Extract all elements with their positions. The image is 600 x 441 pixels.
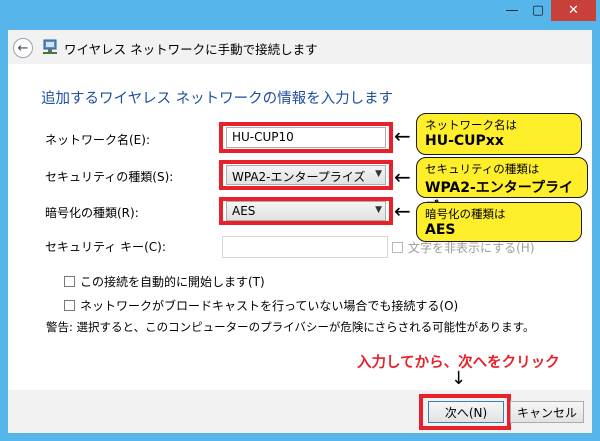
encryption-type-callout: 暗号化の種類は AES (416, 202, 582, 242)
chevron-down-icon: ▼ (375, 205, 382, 215)
minimize-button[interactable]: — (499, 0, 525, 21)
auto-connect-checkbox[interactable]: この接続を自動的に開始します(T) (64, 273, 265, 290)
left-arrow-icon: ← (394, 124, 411, 148)
dialog-header: ← ワイヤレス ネットワークに手動で接続します (8, 30, 592, 64)
down-arrow-icon: ↓ (451, 368, 467, 389)
instruction-heading: 追加するワイヤレス ネットワークの情報を入力します (41, 91, 394, 107)
callout-text: 暗号化の種類は (425, 207, 506, 221)
chevron-down-icon: ▼ (375, 169, 382, 179)
back-button[interactable]: ← (13, 38, 33, 58)
connect-hidden-label: ネットワークがブロードキャストを行っていない場合でも接続する(O) (80, 299, 459, 313)
encryption-type-value: AES (232, 204, 256, 218)
privacy-warning: 警告: 選択すると、このコンピューターのプライバシーが危険にさらされる可能性があ… (46, 320, 535, 334)
maximize-button[interactable]: ▢ (525, 0, 551, 21)
encryption-type-select[interactable]: AES ▼ (226, 201, 386, 221)
cancel-button[interactable]: キャンセル (510, 401, 584, 423)
callout-text: セキュリティの種類は (425, 162, 540, 176)
dialog-content: ← ワイヤレス ネットワークに手動で接続します 追加するワイヤレス ネットワーク… (8, 30, 592, 433)
security-type-value: WPA2-エンタープライズ (232, 170, 366, 184)
security-type-select[interactable]: WPA2-エンタープライズ ▼ (226, 165, 386, 185)
checkbox-box (64, 300, 75, 311)
window-title: ワイヤレス ネットワークに手動で接続します (64, 42, 318, 57)
dialog-window: — ▢ ✕ ← ワイヤレス ネットワークに手動で接続します 追加するワイヤレス … (0, 0, 600, 441)
security-key-label: セキュリティ キー(C): (45, 240, 166, 254)
network-name-callout: ネットワーク名は HU-CUPxx (416, 113, 582, 155)
connect-hidden-checkbox[interactable]: ネットワークがブロードキャストを行っていない場合でも接続する(O) (64, 297, 458, 314)
dialog-footer: 次へ(N) キャンセル (8, 390, 592, 433)
callout-value: AES (425, 222, 456, 238)
checkbox-box (392, 242, 403, 253)
encryption-type-label: 暗号化の種類(R): (45, 206, 139, 220)
security-type-callout: セキュリティの種類は WPA2-エンタープライズ (416, 157, 588, 216)
network-name-input[interactable]: HU-CUP10 (226, 127, 386, 148)
left-arrow-icon: ← (394, 199, 411, 223)
network-name-label: ネットワーク名(E): (45, 133, 150, 147)
close-button[interactable]: ✕ (551, 0, 596, 21)
back-arrow-icon: ← (17, 40, 29, 56)
next-button[interactable]: 次へ(N) (428, 401, 504, 423)
title-bar: — ▢ ✕ (0, 0, 600, 30)
checkbox-box (64, 276, 75, 287)
callout-text: ネットワーク名は (425, 118, 517, 132)
security-type-label: セキュリティの種類(S): (45, 170, 174, 184)
callout-value: HU-CUPxx (425, 133, 504, 149)
security-key-input[interactable] (222, 236, 388, 258)
network-icon (43, 39, 57, 54)
auto-connect-label: この接続を自動的に開始します(T) (80, 275, 265, 289)
left-arrow-icon: ← (394, 165, 411, 189)
